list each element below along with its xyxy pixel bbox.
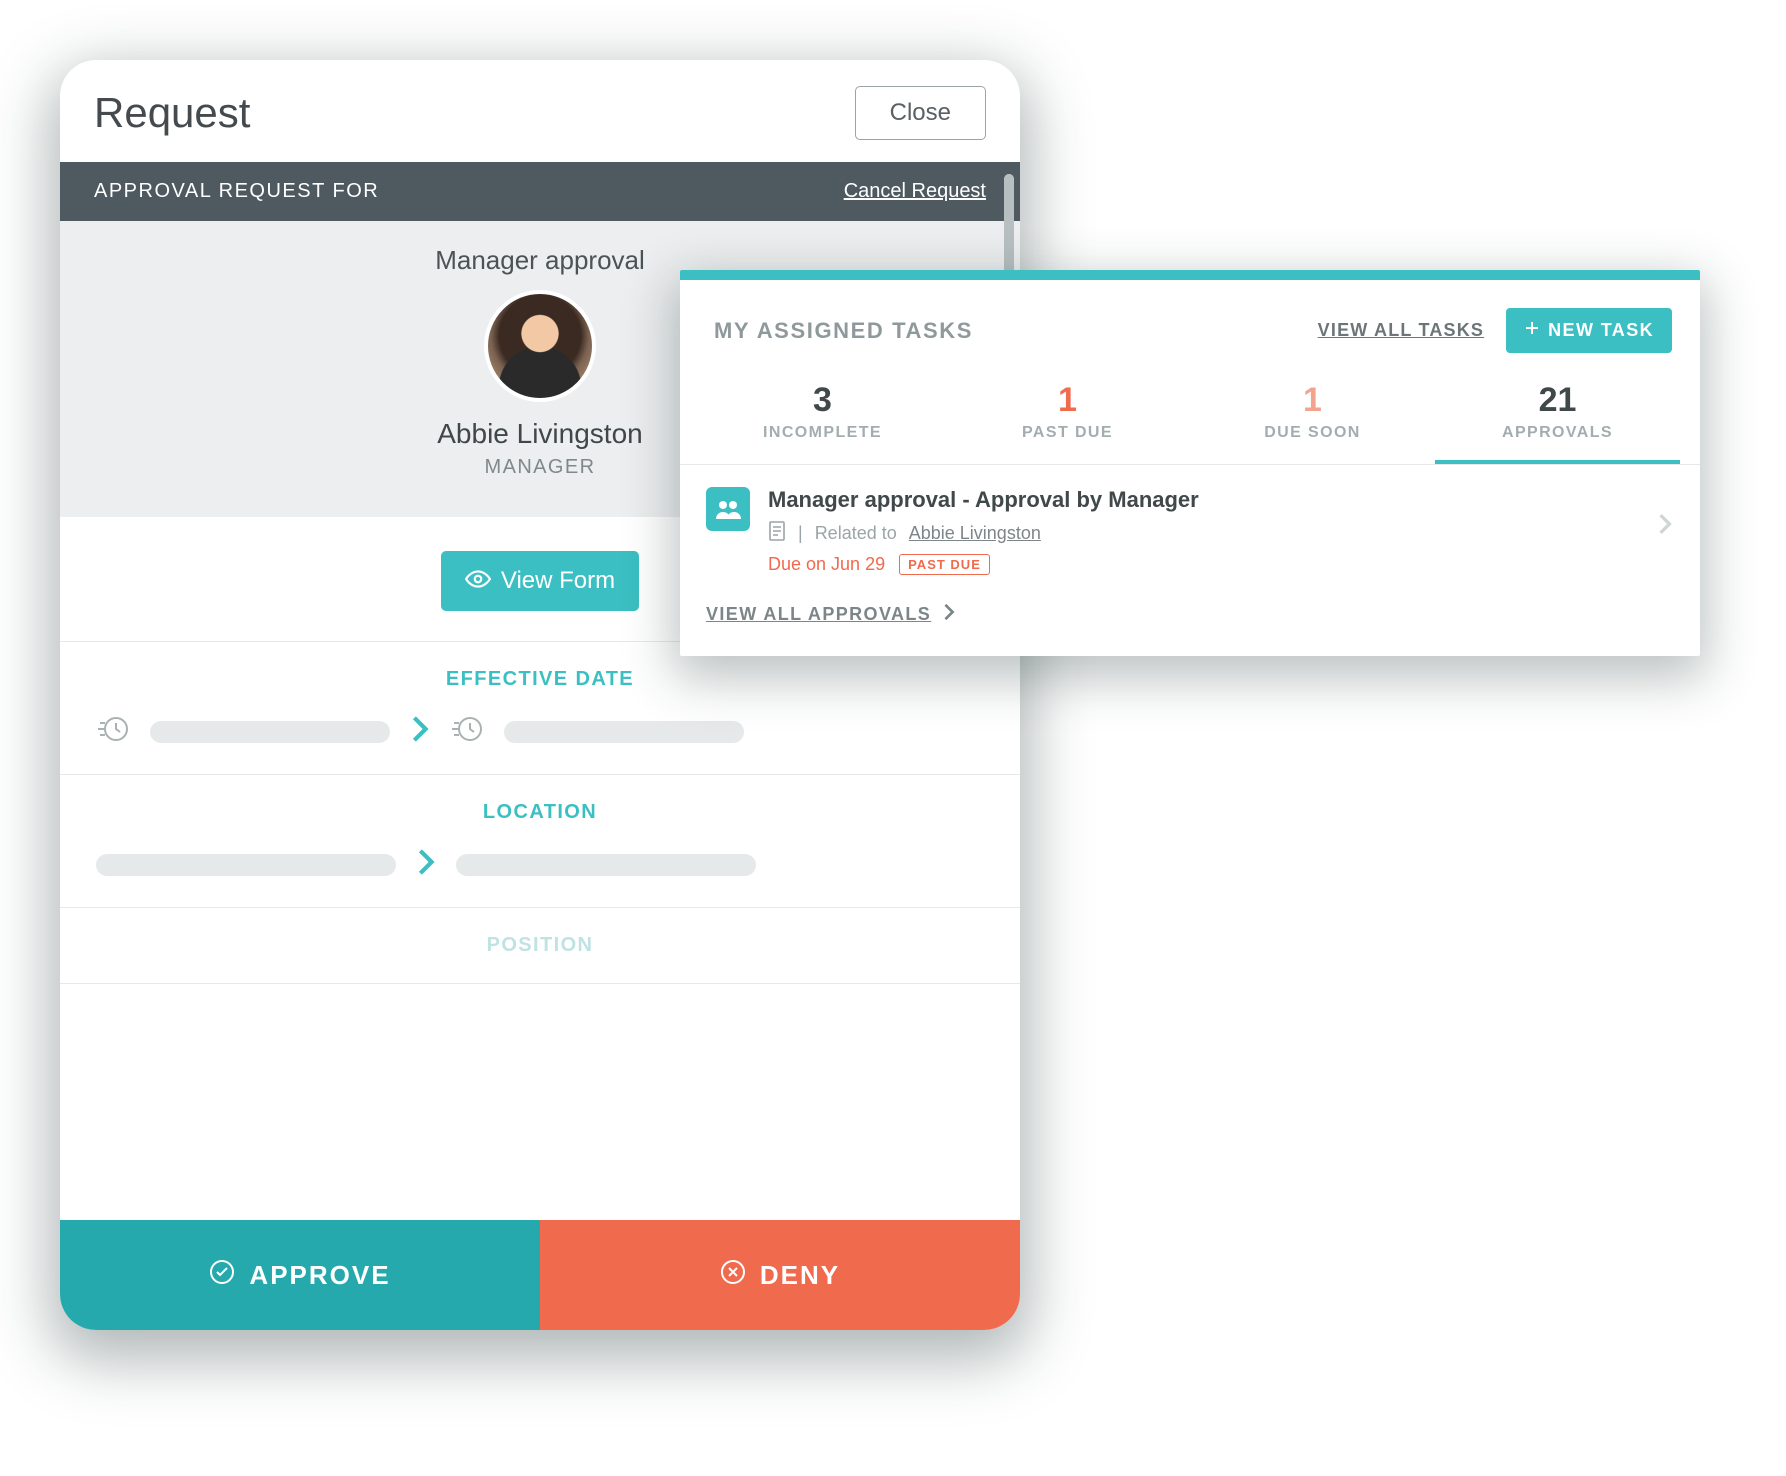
approve-button[interactable]: APPROVE [60,1220,540,1330]
chevron-right-icon [410,715,430,748]
location-row [96,848,984,881]
stat-label: INCOMPLETE [700,424,945,442]
tab-past-due[interactable]: 1 PAST DUE [945,381,1190,464]
tasks-header: MY ASSIGNED TASKS VIEW ALL TASKS NEW TAS… [680,280,1700,373]
location-to-placeholder [456,854,756,876]
check-circle-icon [209,1259,235,1292]
chevron-right-icon [1658,487,1672,540]
view-form-button[interactable]: View Form [441,551,639,611]
task-item[interactable]: Manager approval - Approval by Manager |… [680,465,1700,597]
subheader-label: APPROVAL REQUEST FOR [94,180,379,203]
approve-label: APPROVE [249,1260,390,1291]
chevron-right-icon [943,603,955,626]
stat-count: 1 [1190,381,1435,420]
view-all-approvals-label: VIEW ALL APPROVALS [706,604,931,625]
past-due-badge: PAST DUE [899,554,990,575]
meta-divider: | [798,523,803,544]
stat-count: 3 [700,381,945,420]
modal-title: Request [94,89,250,137]
section-label-effective-date: EFFECTIVE DATE [96,668,984,691]
new-task-button[interactable]: NEW TASK [1506,308,1672,353]
effective-date-from-placeholder [150,721,390,743]
new-task-label: NEW TASK [1548,320,1654,341]
modal-subheader: APPROVAL REQUEST FOR Cancel Request [60,162,1020,221]
document-icon [768,521,786,546]
stat-label: PAST DUE [945,424,1190,442]
effective-date-row [96,715,984,748]
stat-count: 21 [1435,381,1680,420]
tab-approvals[interactable]: 21 APPROVALS [1435,381,1680,464]
close-button[interactable]: Close [855,86,986,140]
modal-header: Request Close [60,60,1020,162]
action-bar: APPROVE DENY [60,1220,1020,1330]
deny-button[interactable]: DENY [540,1220,1020,1330]
view-all-tasks-link[interactable]: VIEW ALL TASKS [1318,320,1484,341]
stat-count: 1 [945,381,1190,420]
section-label-location: LOCATION [96,801,984,824]
eye-icon [465,567,491,595]
view-form-label: View Form [501,567,615,595]
clock-icon [450,715,484,748]
section-position: POSITION [60,908,1020,984]
effective-date-to-placeholder [504,721,744,743]
x-circle-icon [720,1259,746,1292]
deny-label: DENY [760,1260,840,1291]
location-from-placeholder [96,854,396,876]
view-all-approvals-link[interactable]: VIEW ALL APPROVALS [680,597,1700,656]
tasks-panel: MY ASSIGNED TASKS VIEW ALL TASKS NEW TAS… [680,270,1700,656]
stat-label: DUE SOON [1190,424,1435,442]
chevron-right-icon [416,848,436,881]
task-due: Due on Jun 29 PAST DUE [768,554,1640,575]
related-label: Related to [815,523,897,544]
task-meta: | Related to Abbie Livingston [768,521,1640,546]
task-body: Manager approval - Approval by Manager |… [768,487,1640,575]
plus-icon [1524,320,1540,341]
related-person-link[interactable]: Abbie Livingston [909,523,1041,544]
task-title: Manager approval - Approval by Manager [768,487,1640,513]
clock-icon [96,715,130,748]
tab-incomplete[interactable]: 3 INCOMPLETE [700,381,945,464]
section-label-position: POSITION [96,934,984,957]
tasks-title: MY ASSIGNED TASKS [714,318,1318,344]
people-icon [706,487,750,531]
avatar [484,290,596,402]
tab-due-soon[interactable]: 1 DUE SOON [1190,381,1435,464]
due-text: Due on Jun 29 [768,554,885,575]
cancel-request-link[interactable]: Cancel Request [844,180,986,203]
tasks-stats: 3 INCOMPLETE 1 PAST DUE 1 DUE SOON 21 AP… [680,373,1700,465]
section-effective-date: EFFECTIVE DATE [60,642,1020,775]
request-modal: Request Close APPROVAL REQUEST FOR Cance… [60,60,1020,1330]
stat-label: APPROVALS [1435,424,1680,442]
section-location: LOCATION [60,775,1020,908]
